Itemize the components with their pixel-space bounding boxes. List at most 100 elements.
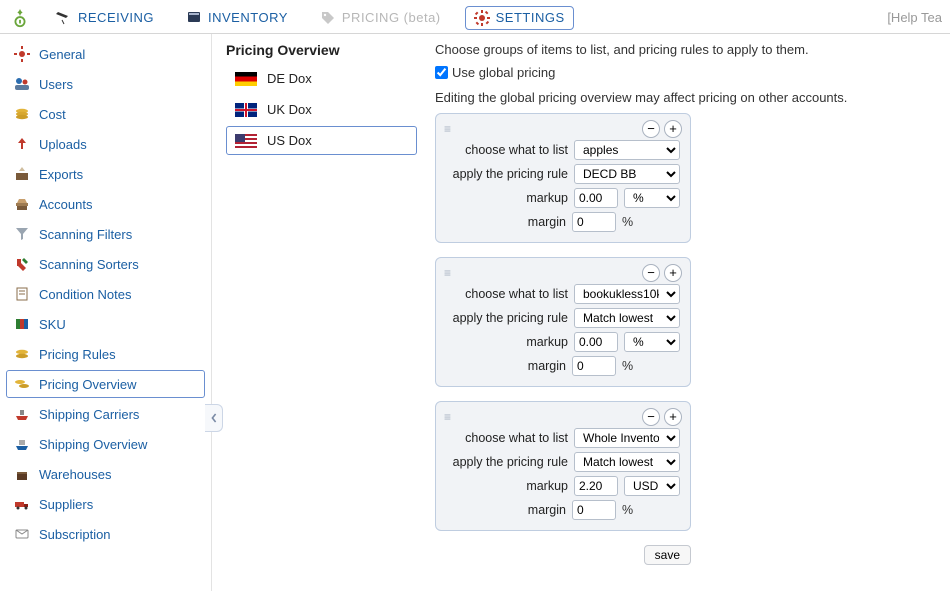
markup-input[interactable] (574, 476, 618, 496)
sidebar-item-label: Warehouses (39, 467, 112, 482)
pricing-rule-block: ≡ −+ choose what to list bookukless10k apply… (435, 257, 691, 387)
sidebar-item-accounts[interactable]: Accounts (6, 190, 205, 218)
add-rule-button[interactable]: + (664, 120, 682, 138)
flag-uk-icon (235, 103, 257, 117)
flag-us-icon (235, 134, 257, 148)
sidebar-item-pricing-rules[interactable]: Pricing Rules (6, 340, 205, 368)
pricing-rule-block: ≡−+choose what to listapplesapply the pr… (435, 113, 691, 243)
sidebar-item-scanning-filters[interactable]: Scanning Filters (6, 220, 205, 248)
percent-symbol: % (622, 503, 636, 517)
sidebar-item-general[interactable]: General (6, 40, 205, 68)
percent-symbol: % (622, 215, 636, 229)
what-to-list-select[interactable]: bookukless10k (574, 284, 680, 304)
market-item-label: DE Dox (267, 71, 312, 86)
pricing-rule-block: ≡−+choose what to listWhole Inventoryapp… (435, 401, 691, 531)
remove-rule-button[interactable]: − (642, 408, 660, 426)
tab-label: PRICING (beta) (342, 10, 441, 25)
sidebar-item-exports[interactable]: Exports (6, 160, 205, 188)
pricing-rule-select[interactable]: DECD BB (574, 164, 680, 184)
pricing-rule-select[interactable]: Match lowest (574, 452, 680, 472)
markup-input[interactable] (574, 188, 618, 208)
sidebar-item-scanning-sorters[interactable]: Scanning Sorters (6, 250, 205, 278)
sidebar-item-shipping-overview[interactable]: Shipping Overview (6, 430, 205, 458)
margin-input[interactable] (572, 356, 616, 376)
sort-icon (13, 255, 31, 273)
sidebar-item-pricing-overview[interactable]: Pricing Overview (6, 370, 205, 398)
sidebar-item-subscription[interactable]: Subscription (6, 520, 205, 548)
sidebar-item-label: Uploads (39, 137, 87, 152)
global-pricing-warning: Editing the global pricing overview may … (435, 90, 934, 105)
sidebar-item-warehouses[interactable]: Warehouses (6, 460, 205, 488)
save-button[interactable]: save (644, 545, 691, 565)
pricing-rule-label: apply the pricing rule (453, 311, 568, 325)
market-item-label: UK Dox (267, 102, 312, 117)
intro-text: Choose groups of items to list, and pric… (435, 42, 934, 57)
sidebar-item-sku[interactable]: SKU (6, 310, 205, 338)
remove-rule-button[interactable]: − (642, 120, 660, 138)
market-list-panel: Pricing Overview DE DoxUK DoxUS Dox (212, 34, 427, 591)
sidebar-item-cost[interactable]: Cost (6, 100, 205, 128)
coins-overview-icon (13, 375, 31, 393)
market-item-uk[interactable]: UK Dox (226, 95, 417, 124)
pricing-rule-label: apply the pricing rule (453, 455, 568, 469)
market-item-de[interactable]: DE Dox (226, 64, 417, 93)
global-pricing-checkbox[interactable] (435, 66, 448, 79)
help-link[interactable]: [Help Tea (887, 10, 942, 25)
sidebar-item-condition-notes[interactable]: Condition Notes (6, 280, 205, 308)
flag-de-icon (235, 72, 257, 86)
tab-receiving[interactable]: RECEIVING (48, 7, 162, 29)
sidebar-item-uploads[interactable]: Uploads (6, 130, 205, 158)
global-pricing-label: Use global pricing (452, 65, 555, 80)
pricing-rule-label: apply the pricing rule (453, 167, 568, 181)
tab-pricing[interactable]: PRICING (beta) (312, 7, 449, 29)
subscription-icon (13, 525, 31, 543)
markup-input[interactable] (574, 332, 618, 352)
sidebar-item-suppliers[interactable]: Suppliers (6, 490, 205, 518)
pricing-rule-select[interactable]: Match lowest (574, 308, 680, 328)
what-to-list-select[interactable]: Whole Inventory (574, 428, 680, 448)
app-logo-icon (8, 6, 32, 30)
sidebar-item-users[interactable]: Users (6, 70, 205, 98)
markup-label: markup (526, 191, 568, 205)
sidebar-item-label: Cost (39, 107, 66, 122)
tab-label: INVENTORY (208, 10, 288, 25)
sidebar-item-label: Shipping Carriers (39, 407, 139, 422)
drag-handle-icon[interactable]: ≡ (444, 410, 453, 424)
sidebar-item-label: Condition Notes (39, 287, 132, 302)
add-rule-button[interactable]: + (664, 408, 682, 426)
global-pricing-row: Use global pricing (435, 65, 934, 80)
gear-red-icon (13, 45, 31, 63)
markup-unit-select[interactable]: % (624, 332, 680, 352)
coins-icon (13, 105, 31, 123)
markup-unit-select[interactable]: USD (624, 476, 680, 496)
drag-handle-icon[interactable]: ≡ (444, 266, 453, 280)
margin-input[interactable] (572, 212, 616, 232)
percent-symbol: % (622, 359, 636, 373)
sidebar-item-label: Accounts (39, 197, 92, 212)
what-to-list-label: choose what to list (465, 287, 568, 301)
add-rule-button[interactable]: + (664, 264, 682, 282)
barcode-scanner-icon (56, 10, 72, 26)
users-icon (13, 75, 31, 93)
what-to-list-select[interactable]: apples (574, 140, 680, 160)
settings-sidebar: GeneralUsers Cost Uploads Exports Accounts Sc… (0, 34, 212, 591)
sidebar-item-label: Scanning Sorters (39, 257, 139, 272)
margin-input[interactable] (572, 500, 616, 520)
sidebar-collapse-handle[interactable] (205, 404, 223, 432)
drag-handle-icon[interactable]: ≡ (444, 122, 453, 136)
sidebar-item-label: Pricing Overview (39, 377, 137, 392)
sidebar-item-shipping-carriers[interactable]: Shipping Carriers (6, 400, 205, 428)
tab-settings[interactable]: SETTINGS (465, 6, 574, 30)
tab-label: RECEIVING (78, 10, 154, 25)
books-icon (13, 315, 31, 333)
sidebar-item-label: Subscription (39, 527, 111, 542)
market-item-us[interactable]: US Dox (226, 126, 417, 155)
sidebar-item-label: Suppliers (39, 497, 93, 512)
ship-icon (13, 405, 31, 423)
book-icon (186, 10, 202, 26)
remove-rule-button[interactable]: − (642, 264, 660, 282)
markup-unit-select[interactable]: % (624, 188, 680, 208)
accounts-icon (13, 195, 31, 213)
tab-inventory[interactable]: INVENTORY (178, 7, 296, 29)
ship-overview-icon (13, 435, 31, 453)
